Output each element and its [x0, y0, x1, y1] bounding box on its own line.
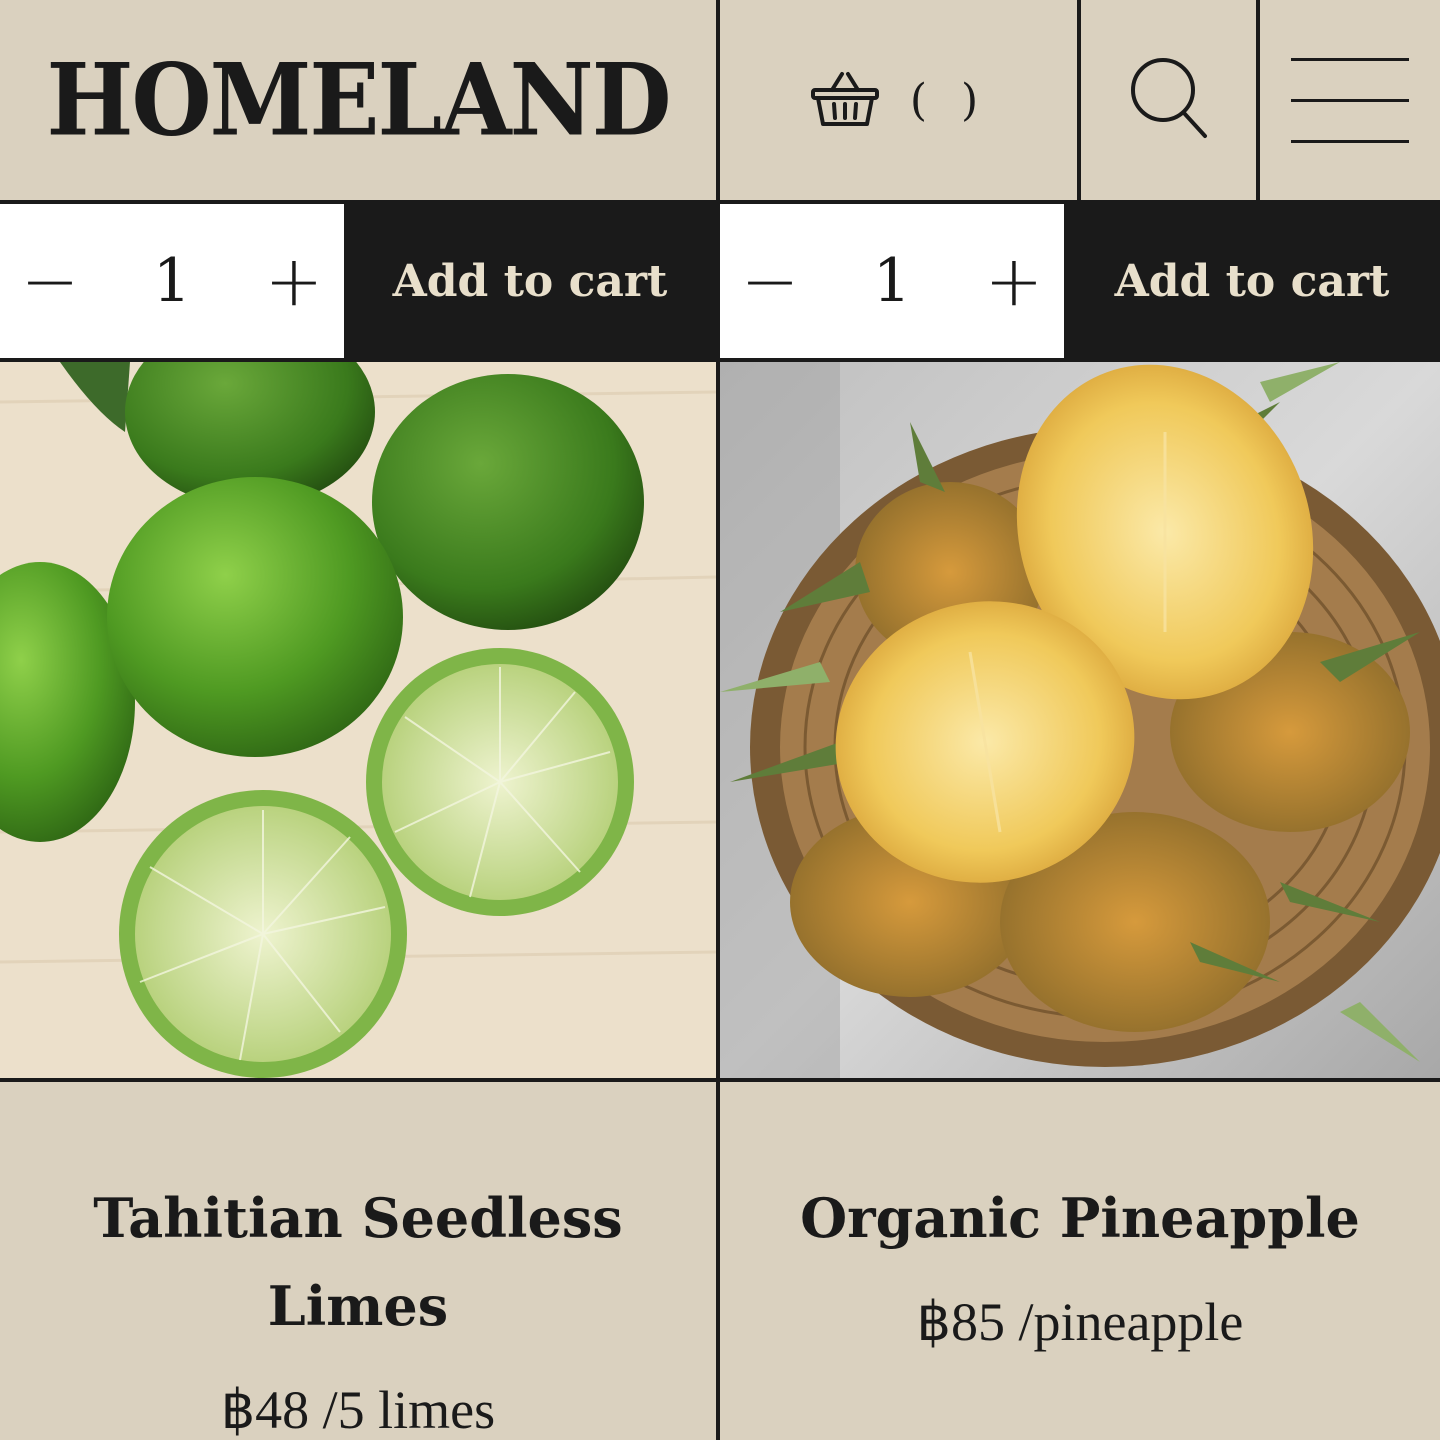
hamburger-icon — [1291, 57, 1409, 61]
product-image-pineapple[interactable] — [720, 362, 1440, 1078]
product-card-info: Tahitian Seedless Limes ฿48 /5 limes — [0, 1082, 716, 1440]
product-card-info: Organic Pineapple ฿85 /pineapple — [720, 1082, 1440, 1440]
cart-button[interactable]: ( ) — [720, 0, 1078, 200]
quantity-value[interactable]: 1 — [100, 246, 244, 316]
basket-icon — [810, 68, 880, 132]
add-to-cart-button[interactable]: Add to cart — [344, 204, 716, 358]
cart-count: ( ) — [909, 74, 989, 126]
quantity-stepper: − 1 + — [720, 204, 1064, 358]
hamburger-icon — [1291, 139, 1409, 143]
menu-button[interactable] — [1260, 0, 1440, 200]
quantity-stepper: − 1 + — [0, 204, 344, 358]
decrease-quantity-button[interactable]: − — [0, 204, 100, 358]
add-to-cart-button[interactable]: Add to cart — [1064, 204, 1440, 358]
increase-quantity-button[interactable]: + — [964, 204, 1064, 358]
increase-quantity-button[interactable]: + — [244, 204, 344, 358]
product-price: ฿85 /pineapple — [916, 1292, 1244, 1352]
decrease-quantity-button[interactable]: − — [720, 204, 820, 358]
search-button[interactable] — [1081, 0, 1257, 200]
product-price: ฿48 /5 limes — [220, 1380, 496, 1440]
product-image-limes[interactable] — [0, 362, 716, 1078]
logo-link[interactable]: HOMELAND — [0, 0, 716, 200]
product-name[interactable]: Organic Pineapple — [760, 1174, 1400, 1262]
hamburger-icon — [1291, 98, 1409, 102]
quantity-value[interactable]: 1 — [820, 246, 964, 316]
search-icon — [1129, 56, 1209, 144]
product-name[interactable]: Tahitian Seedless Limes — [68, 1174, 648, 1350]
logo-text: HOMELAND — [46, 41, 672, 159]
